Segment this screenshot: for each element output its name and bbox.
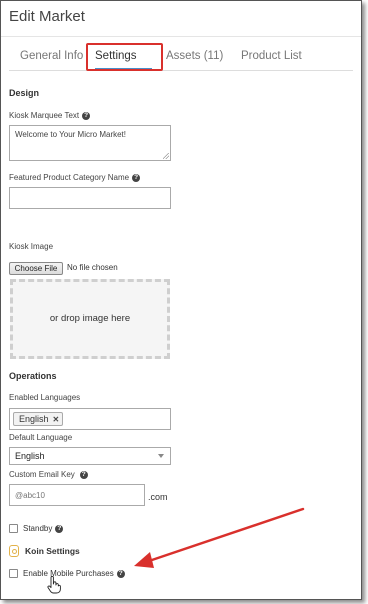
annotation-arrow-icon: [134, 507, 305, 568]
arrow-head: [134, 552, 154, 568]
arrow-shaft: [144, 507, 305, 564]
hand-pointer-icon: [47, 576, 61, 594]
